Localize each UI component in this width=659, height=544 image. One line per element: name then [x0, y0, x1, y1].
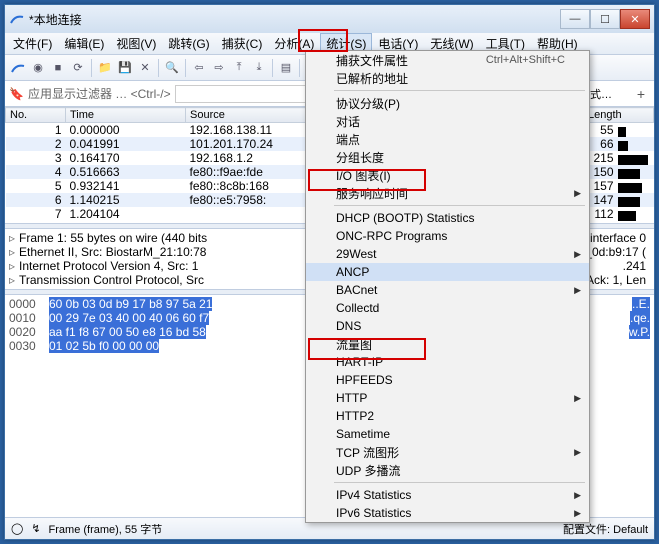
maximize-button[interactable]: ☐ [590, 9, 620, 29]
mi-flow-graph[interactable]: 流量图 [306, 335, 589, 353]
close-button[interactable]: ✕ [620, 9, 650, 29]
mi-service-response[interactable]: 服务响应时间▶ [306, 184, 589, 202]
mi-endpoints[interactable]: 端点 [306, 130, 589, 148]
mi-protocol-hierarchy[interactable]: 协议分级(P) [306, 94, 589, 112]
restart-icon[interactable]: ■ [49, 59, 67, 77]
first-icon[interactable]: ⤓ [250, 59, 268, 77]
mi-capture-props[interactable]: 捕获文件属性Ctrl+Alt+Shift+C [306, 51, 589, 69]
reload-icon[interactable]: ⟳ [69, 59, 87, 77]
detail-frame[interactable]: Frame 1: 55 bytes on wire (440 bits [19, 231, 207, 245]
mi-29west[interactable]: 29West▶ [306, 245, 589, 263]
mi-resolved-addr[interactable]: 已解析的地址 [306, 69, 589, 87]
mi-http2[interactable]: HTTP2 [306, 407, 589, 425]
statistics-menu: 捕获文件属性Ctrl+Alt+Shift+C 已解析的地址 协议分级(P) 对话… [305, 50, 590, 523]
window-title: *本地连接 [29, 11, 560, 28]
minimize-button[interactable]: — [560, 9, 590, 29]
mi-dns[interactable]: DNS [306, 317, 589, 335]
open-icon[interactable]: 📁 [96, 59, 114, 77]
mi-oncrpc[interactable]: ONC-RPC Programs [306, 227, 589, 245]
mi-bacnet[interactable]: BACnet▶ [306, 281, 589, 299]
menu-edit[interactable]: 编辑(E) [58, 33, 110, 54]
detail-eth[interactable]: Ethernet II, Src: BiostarM_21:10:78 [19, 245, 206, 259]
mi-packet-lengths[interactable]: 分组长度 [306, 148, 589, 166]
save-icon[interactable]: 💾 [116, 59, 134, 77]
filter-label: 应用显示过滤器 … <Ctrl-/> [28, 85, 171, 102]
bookmark-icon[interactable]: 🔖 [9, 87, 24, 101]
status-frame: Frame (frame), 55 字节 [49, 521, 163, 537]
mi-io-graph[interactable]: I/O 图表(I) [306, 166, 589, 184]
menu-view[interactable]: 视图(V) [110, 33, 162, 54]
mi-ipv4-stats[interactable]: IPv4 Statistics▶ [306, 486, 589, 504]
back-icon[interactable]: ⇦ [190, 59, 208, 77]
status-icon[interactable]: ◯ [11, 522, 23, 535]
stop-icon[interactable]: ◉ [29, 59, 47, 77]
mi-collectd[interactable]: Collectd [306, 299, 589, 317]
app-icon [9, 11, 25, 27]
menu-capture[interactable]: 捕获(C) [216, 33, 269, 54]
menu-file[interactable]: 文件(F) [7, 33, 58, 54]
close-file-icon[interactable]: ✕ [136, 59, 154, 77]
mi-ipv6-stats[interactable]: IPv6 Statistics▶ [306, 504, 589, 522]
mi-udp-multicast[interactable]: UDP 多播流 [306, 461, 589, 479]
status-wand-icon[interactable]: ↯ [31, 522, 40, 535]
forward-icon[interactable]: ⇨ [210, 59, 228, 77]
menu-go[interactable]: 跳转(G) [162, 33, 215, 54]
mi-hartip[interactable]: HART-IP [306, 353, 589, 371]
autoscroll-icon[interactable]: ▤ [277, 59, 295, 77]
mi-conversations[interactable]: 对话 [306, 112, 589, 130]
col-no[interactable]: No. [6, 108, 66, 123]
search-icon[interactable]: 🔍 [163, 59, 181, 77]
shark-icon[interactable] [9, 59, 27, 77]
mi-ancp[interactable]: ANCP [306, 263, 589, 281]
detail-ip[interactable]: Internet Protocol Version 4, Src: 1 [19, 259, 198, 273]
mi-hpfeeds[interactable]: HPFEEDS [306, 371, 589, 389]
add-button[interactable]: + [632, 86, 650, 102]
col-length[interactable]: Length [584, 108, 654, 123]
mi-sametime[interactable]: Sametime [306, 425, 589, 443]
mi-tcp-stream[interactable]: TCP 流图形▶ [306, 443, 589, 461]
mi-http[interactable]: HTTP▶ [306, 389, 589, 407]
mi-dhcp[interactable]: DHCP (BOOTP) Statistics [306, 209, 589, 227]
goto-icon[interactable]: ⤒ [230, 59, 248, 77]
detail-tcp[interactable]: Transmission Control Protocol, Src [19, 273, 204, 287]
col-time[interactable]: Time [66, 108, 186, 123]
